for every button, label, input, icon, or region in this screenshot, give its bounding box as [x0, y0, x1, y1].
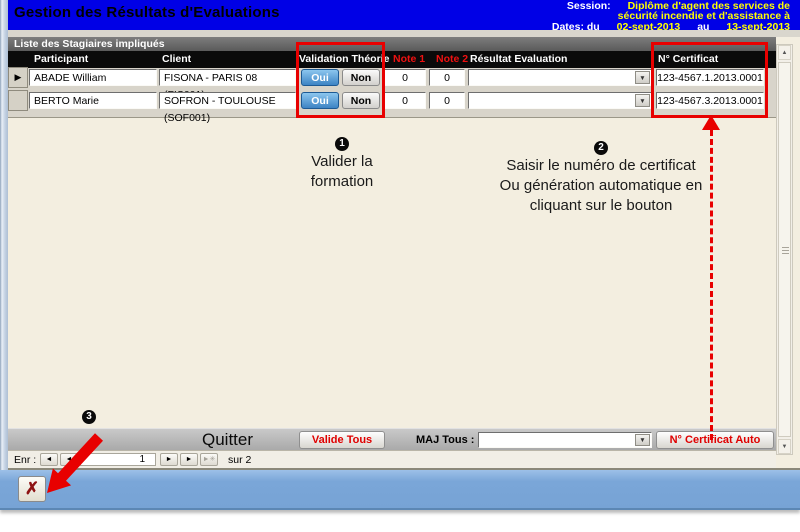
session-label: Session: — [567, 0, 611, 12]
window-left-border — [0, 0, 8, 470]
client-field[interactable]: FISONA - PARIS 08 (FIS001) — [159, 69, 296, 86]
dropdown-arrow-icon[interactable]: ▼ — [635, 94, 650, 107]
certificat-highlight-box — [651, 42, 768, 118]
record-nav-label: Enr : — [14, 454, 36, 466]
dropdown-arrow-icon[interactable]: ▼ — [635, 434, 650, 446]
valide-tous-button[interactable]: Valide Tous — [299, 431, 385, 449]
scrollbar-thumb[interactable] — [778, 62, 791, 437]
vertical-scrollbar[interactable]: ▲ ▼ — [776, 44, 793, 455]
dashed-arrow-head — [702, 115, 720, 130]
row-selector-arrow-icon: ▶ — [15, 72, 22, 82]
maj-tous-combobox[interactable]: ▼ — [478, 432, 652, 448]
col-header-resultat: Résultat Evaluation — [470, 51, 567, 68]
annotation-step2: 2 Saisir le numéro de certificat Ou géné… — [488, 136, 714, 216]
quitter-annotation-label: Quitter — [202, 430, 253, 450]
step2-text: cliquant sur le bouton — [530, 197, 673, 214]
session-value-line2: sécurité incendie et d'assistance à — [618, 10, 790, 22]
step2-text: Saisir le numéro de certificat — [506, 157, 695, 174]
annotation-step3: 3 — [82, 406, 96, 424]
first-record-button[interactable]: ◄ — [40, 453, 58, 466]
client-field[interactable]: SOFRON - TOULOUSE (SOF001) — [159, 92, 296, 109]
form-titlebar: Gestion des Résultats d'Evaluations Sess… — [8, 0, 800, 30]
maj-tous-label: MAJ Tous : — [416, 434, 474, 446]
record-count-label: sur 2 — [228, 454, 251, 466]
quit-button[interactable]: ✗ — [18, 476, 46, 502]
step3-badge: 3 — [82, 410, 96, 424]
step2-badge: 2 — [594, 141, 608, 155]
annotation-step1: 1 Valider la formation — [278, 132, 406, 192]
step1-text: Valider la — [311, 153, 372, 170]
note1-field[interactable]: 0 — [384, 69, 426, 86]
page-title: Gestion des Résultats d'Evaluations — [14, 4, 280, 21]
dropdown-arrow-icon[interactable]: ▼ — [635, 71, 650, 84]
titlebar-divider — [8, 30, 800, 37]
col-header-note1: Note 1 — [393, 51, 425, 68]
scroll-down-icon[interactable]: ▼ — [778, 439, 791, 454]
next-record-button[interactable]: ► — [160, 453, 178, 466]
session-info: Session: Diplôme d'agent des services de… — [552, 2, 790, 33]
step1-badge: 1 — [335, 137, 349, 151]
scroll-up-icon[interactable]: ▲ — [778, 45, 791, 60]
note2-field[interactable]: 0 — [429, 92, 465, 109]
certificat-auto-button[interactable]: N° Certificat Auto — [656, 431, 774, 449]
application-window: Gestion des Résultats d'Evaluations Sess… — [0, 0, 800, 532]
participant-field[interactable]: BERTO Marie — [29, 92, 157, 109]
row-selector[interactable] — [8, 90, 28, 111]
resultat-combobox[interactable]: ▼ — [468, 92, 652, 109]
step2-text: Ou génération automatique en — [500, 177, 703, 194]
record-navigator: Enr : ◄ ◄ ► ► ►✳ sur 2 — [8, 450, 776, 468]
step1-text: formation — [311, 173, 374, 190]
validation-highlight-box — [296, 42, 385, 118]
dashed-arrow-line — [710, 130, 713, 440]
resultat-combobox[interactable]: ▼ — [468, 69, 652, 86]
last-record-button[interactable]: ► — [180, 453, 198, 466]
col-header-client: Client — [162, 51, 191, 68]
current-record-input[interactable] — [80, 453, 156, 466]
col-header-participant: Participant — [34, 51, 88, 68]
close-icon: ✗ — [25, 479, 39, 498]
previous-record-button[interactable]: ◄ — [60, 453, 78, 466]
taskbar-band: ✗ — [0, 470, 800, 510]
participant-field[interactable]: ABADE William — [29, 69, 157, 86]
row-selector[interactable]: ▶ — [8, 67, 28, 88]
new-record-button[interactable]: ►✳ — [200, 453, 218, 466]
note2-field[interactable]: 0 — [429, 69, 465, 86]
scrollbar-grip — [782, 247, 789, 255]
note1-field[interactable]: 0 — [384, 92, 426, 109]
footer-bar: Quitter Valide Tous MAJ Tous : ▼ N° Cert… — [8, 428, 776, 451]
col-header-note2: Note 2 — [436, 51, 468, 68]
